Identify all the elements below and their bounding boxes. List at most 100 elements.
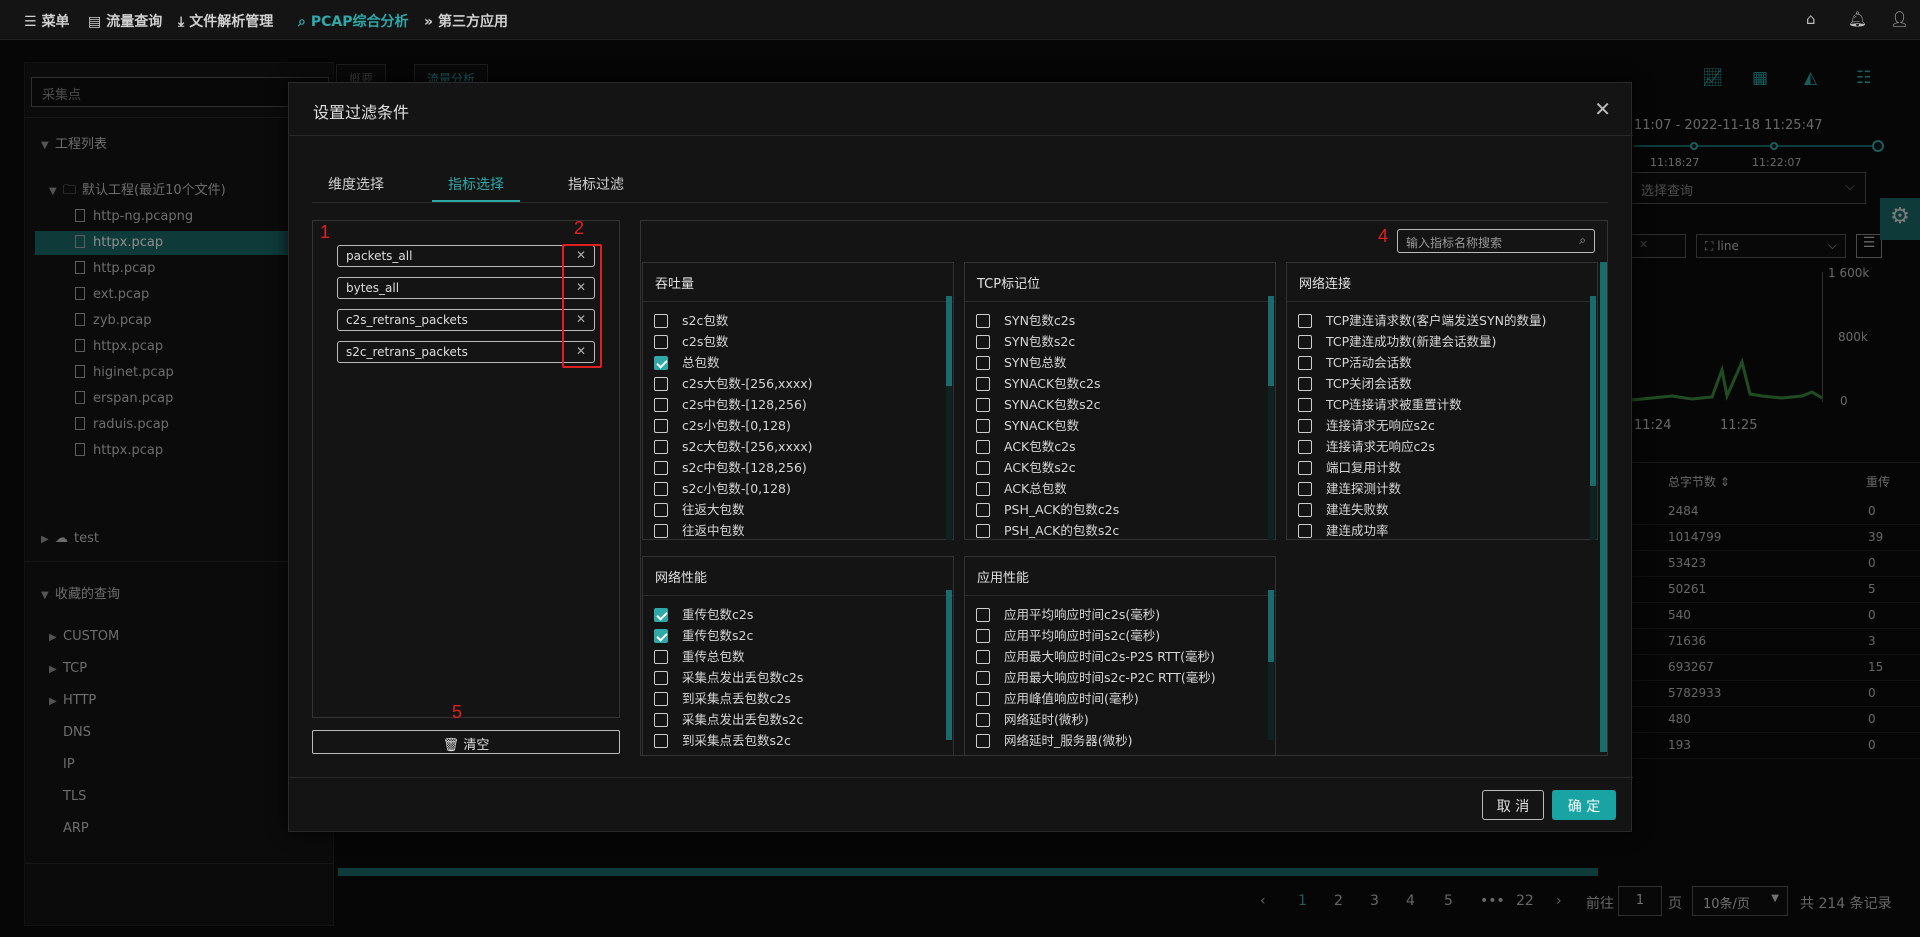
metric-checkbox-item[interactable]: 建连失败数 (1298, 499, 1389, 518)
checkbox[interactable] (654, 650, 668, 664)
checkbox[interactable] (976, 524, 990, 538)
checkbox[interactable] (654, 524, 668, 538)
checkbox[interactable] (1298, 377, 1312, 391)
metric-checkbox-item[interactable]: SYNACK包数s2c (976, 394, 1101, 413)
checkbox[interactable] (654, 608, 668, 622)
metric-checkbox-item[interactable]: s2c大包数-[256,xxxx) (654, 436, 813, 455)
metric-checkbox-item[interactable]: TCP连接请求被重置计数 (1298, 394, 1462, 413)
metric-checkbox-item[interactable]: SYNACK包数 (976, 415, 1079, 434)
nav-third-party[interactable]: » 第三方应用 (424, 11, 508, 31)
metric-checkbox-item[interactable]: 采集点发出丢包数c2s (654, 667, 803, 686)
checkbox[interactable] (976, 692, 990, 706)
metric-checkbox-item[interactable]: 应用平均响应时间s2c(毫秒) (976, 625, 1160, 644)
checkbox[interactable] (1298, 419, 1312, 433)
metric-checkbox-item[interactable]: 往返大包数 (654, 499, 745, 518)
checkbox[interactable] (1298, 524, 1312, 538)
metric-checkbox-item[interactable]: 到采集点丢包数c2s (654, 688, 791, 707)
metric-checkbox-item[interactable]: 连接请求无响应s2c (1298, 415, 1435, 434)
tab-metric-filter[interactable]: 指标过滤 (568, 174, 624, 194)
checkbox[interactable] (976, 629, 990, 643)
metric-checkbox-item[interactable]: 到采集点丢包数s2c (654, 730, 791, 749)
metrics-scrollbar[interactable] (1600, 262, 1607, 752)
metric-checkbox-item[interactable]: 应用平均响应时间c2s(毫秒) (976, 604, 1160, 623)
scrollbar-thumb[interactable] (1590, 296, 1596, 486)
nav-file-parse[interactable]: ⤓ 文件解析管理 (178, 11, 273, 31)
close-icon[interactable]: ✕ (1594, 97, 1611, 121)
metric-checkbox-item[interactable]: 应用最大响应时间s2c-P2C RTT(毫秒) (976, 667, 1216, 686)
metric-checkbox-item[interactable]: TCP活动会话数 (1298, 352, 1412, 371)
metric-checkbox-item[interactable]: ACK包数c2s (976, 436, 1076, 455)
checkbox[interactable] (976, 314, 990, 328)
checkbox[interactable] (654, 419, 668, 433)
checkbox[interactable] (654, 461, 668, 475)
metric-checkbox-item[interactable]: 应用峰值响应时间(毫秒) (976, 688, 1139, 707)
checkbox[interactable] (654, 713, 668, 727)
metric-checkbox-item[interactable]: SYN包数s2c (976, 331, 1075, 350)
metric-checkbox-item[interactable]: 连接请求无响应c2s (1298, 436, 1435, 455)
metric-checkbox-item[interactable]: 采集点发出丢包数s2c (654, 709, 803, 728)
checkbox[interactable] (1298, 440, 1312, 454)
metric-search-input[interactable]: 输入指标名称搜索 ⌕ (1397, 229, 1595, 253)
user-icon[interactable]: 👤︎ (1890, 10, 1909, 28)
metric-checkbox-item[interactable]: 总包数 (654, 352, 720, 371)
metric-checkbox-item[interactable]: 端口复用计数 (1298, 457, 1401, 476)
checkbox[interactable] (976, 461, 990, 475)
metric-checkbox-item[interactable]: 网络延时_服务器(微秒) (976, 730, 1133, 749)
checkbox[interactable] (976, 734, 990, 748)
checkbox[interactable] (654, 503, 668, 517)
metric-checkbox-item[interactable]: SYNACK包数c2s (976, 373, 1101, 392)
checkbox[interactable] (976, 671, 990, 685)
home-icon[interactable]: ⌂ (1806, 10, 1816, 28)
metric-checkbox-item[interactable]: TCP建连成功数(新建会话数量) (1298, 331, 1496, 350)
metric-checkbox-item[interactable]: SYN包数c2s (976, 310, 1075, 329)
checkbox[interactable] (976, 608, 990, 622)
checkbox[interactable] (976, 356, 990, 370)
cancel-button[interactable]: 取 消 (1482, 790, 1544, 820)
metric-checkbox-item[interactable]: 往返中包数 (654, 520, 745, 539)
checkbox[interactable] (976, 377, 990, 391)
metric-checkbox-item[interactable]: c2s包数 (654, 331, 728, 350)
checkbox[interactable] (1298, 398, 1312, 412)
checkbox[interactable] (654, 671, 668, 685)
checkbox[interactable] (1298, 461, 1312, 475)
metric-checkbox-item[interactable]: SYN包总数 (976, 352, 1066, 371)
checkbox[interactable] (654, 314, 668, 328)
checkbox[interactable] (1298, 503, 1312, 517)
metric-checkbox-item[interactable]: 重传总包数 (654, 646, 745, 665)
checkbox[interactable] (654, 482, 668, 496)
metric-checkbox-item[interactable]: 建连探测计数 (1298, 478, 1401, 497)
checkbox[interactable] (976, 482, 990, 496)
metric-checkbox-item[interactable]: c2s小包数-[0,128) (654, 415, 791, 434)
checkbox[interactable] (976, 650, 990, 664)
metric-checkbox-item[interactable]: 重传包数c2s (654, 604, 753, 623)
metric-checkbox-item[interactable]: s2c包数 (654, 310, 728, 329)
metric-checkbox-item[interactable]: ACK包数s2c (976, 457, 1076, 476)
tab-dimension[interactable]: 维度选择 (328, 174, 384, 194)
checkbox[interactable] (654, 377, 668, 391)
metric-checkbox-item[interactable]: 重传包数s2c (654, 625, 753, 644)
metric-checkbox-item[interactable]: 建连成功率 (1298, 520, 1389, 539)
checkbox[interactable] (976, 440, 990, 454)
checkbox[interactable] (654, 440, 668, 454)
metric-checkbox-item[interactable]: PSH_ACK的包数c2s (976, 499, 1119, 518)
nav-menu[interactable]: ☰ 菜单 (24, 11, 70, 31)
metric-checkbox-item[interactable]: TCP关闭会话数 (1298, 373, 1412, 392)
metric-checkbox-item[interactable]: ACK总包数 (976, 478, 1067, 497)
metric-checkbox-item[interactable]: s2c小包数-[0,128) (654, 478, 791, 497)
checkbox[interactable] (654, 734, 668, 748)
checkbox[interactable] (976, 398, 990, 412)
checkbox[interactable] (654, 398, 668, 412)
metric-checkbox-item[interactable]: c2s大包数-[256,xxxx) (654, 373, 813, 392)
metric-checkbox-item[interactable]: 应用最大响应时间c2s-P2S RTT(毫秒) (976, 646, 1215, 665)
scrollbar-thumb[interactable] (1268, 590, 1274, 662)
metric-checkbox-item[interactable]: PSH_ACK的包数s2c (976, 520, 1119, 539)
confirm-button[interactable]: 确 定 (1552, 790, 1616, 820)
tab-metric-select[interactable]: 指标选择 (448, 174, 504, 194)
checkbox[interactable] (654, 629, 668, 643)
checkbox[interactable] (976, 419, 990, 433)
nav-pcap-analysis[interactable]: ⌕ PCAP综合分析 (298, 11, 408, 31)
metric-checkbox-item[interactable]: s2c中包数-[128,256) (654, 457, 807, 476)
metric-checkbox-item[interactable]: TCP建连请求数(客户端发送SYN的数量) (1298, 310, 1546, 329)
scrollbar-thumb[interactable] (946, 296, 952, 386)
clear-button[interactable]: 🗑︎ 清空 (312, 730, 620, 754)
